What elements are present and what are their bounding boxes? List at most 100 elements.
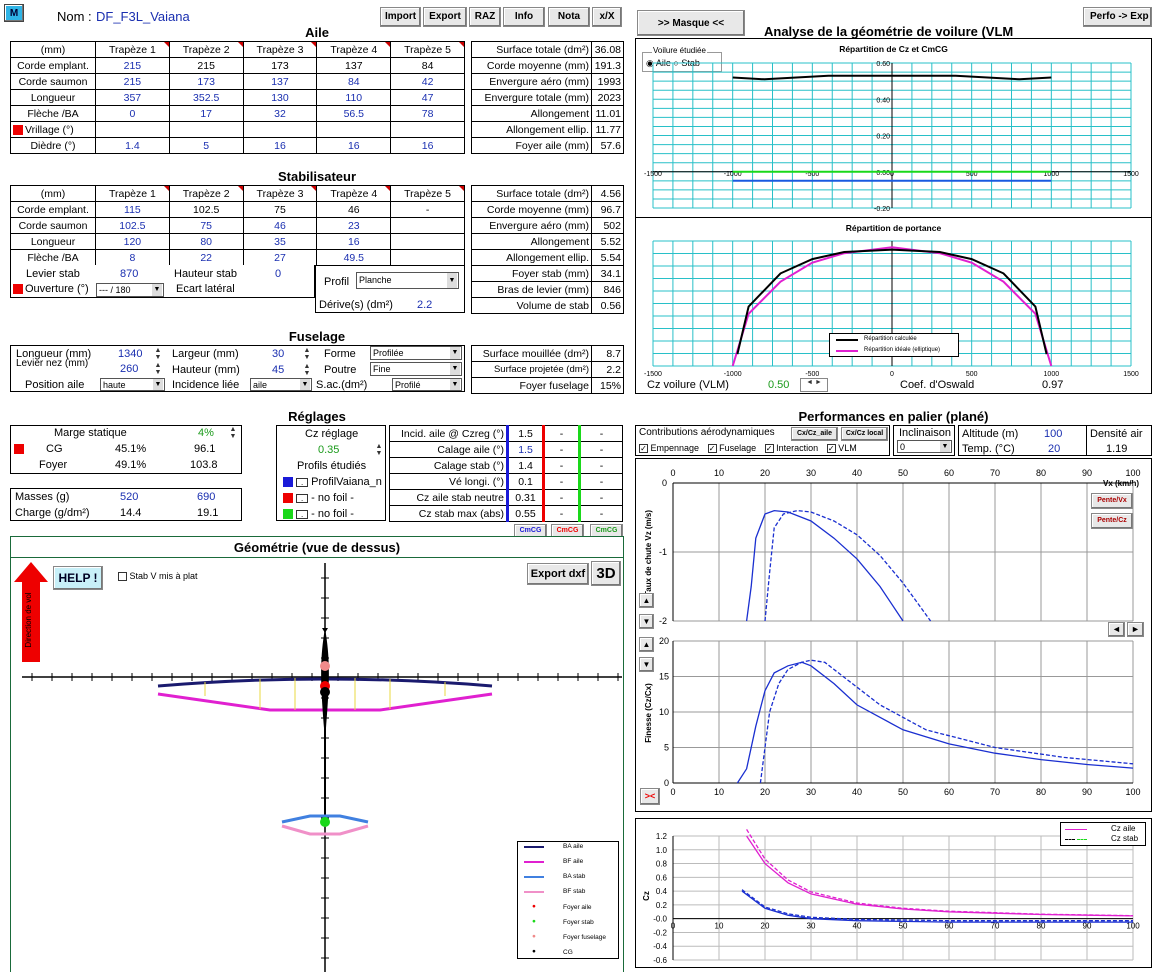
value-cell[interactable]: 78 <box>390 105 465 122</box>
pente-vx-button[interactable]: Pente/Vx <box>1091 493 1133 509</box>
hauteur-value[interactable]: 45 <box>272 364 284 376</box>
value-cell[interactable]: 137 <box>316 57 392 74</box>
export-dxf-button[interactable]: Export dxf <box>527 563 589 585</box>
value-cell[interactable]: 16 <box>316 137 392 154</box>
profil-select-button[interactable]: . <box>296 509 309 519</box>
value-cell[interactable]: 75 <box>242 201 318 218</box>
derive-value[interactable]: 2.2 <box>417 299 432 311</box>
export-button[interactable]: Export <box>423 7 467 27</box>
value-cell[interactable]: 32 <box>242 105 318 122</box>
longueur-value[interactable]: 1340 <box>118 348 142 360</box>
value-cell[interactable]: 84 <box>390 57 465 74</box>
value-cell[interactable]: 110 <box>316 89 392 106</box>
vz-up-button[interactable]: ▲ <box>639 593 654 608</box>
value-cell[interactable]: 42 <box>390 73 465 90</box>
nota-button[interactable]: Nota <box>548 7 590 27</box>
check-vlm[interactable]: ✓ <box>826 444 836 454</box>
value-cell[interactable]: 120 <box>95 233 170 250</box>
hauteur-spinner[interactable]: ▲ ▼ <box>300 363 314 377</box>
value-cell[interactable]: 173 <box>168 73 244 90</box>
value-cell[interactable] <box>242 121 318 138</box>
value-cell[interactable] <box>390 249 465 266</box>
profil-row-1[interactable]: . ProfilVaiana_n <box>283 476 382 488</box>
fin-up-button[interactable]: ▲ <box>639 637 654 652</box>
marge-spinner[interactable]: ▲ ▼ <box>226 426 240 440</box>
levier-nez-spinner[interactable]: ▲ ▼ <box>151 362 165 376</box>
largeur-value[interactable]: 30 <box>272 348 284 360</box>
value-cell[interactable]: 352.5 <box>168 89 244 106</box>
raz-button[interactable]: RAZ <box>469 7 501 27</box>
largeur-spinner[interactable]: ▲ ▼ <box>300 347 314 361</box>
value-cell[interactable]: 23 <box>316 217 392 234</box>
cx-cz-local-button[interactable]: Cx/Cz local <box>841 427 888 441</box>
value-cell[interactable]: 102.5 <box>95 217 170 234</box>
value-cell[interactable] <box>390 217 465 234</box>
profil-select-button[interactable]: . <box>296 477 309 487</box>
m-button[interactable]: M <box>4 4 24 22</box>
value-cell[interactable]: 115 <box>95 201 170 218</box>
value-cell[interactable]: 215 <box>168 57 244 74</box>
stab-v-checkbox[interactable]: Stab V mis à plat <box>118 571 198 582</box>
vrillage-label[interactable]: Vrillage (°) <box>10 121 96 138</box>
masque-button[interactable]: >> Masque << <box>637 10 745 36</box>
profil-row-3[interactable]: . - no foil - <box>283 508 354 520</box>
nom-value[interactable]: DF_F3L_Vaiana <box>96 9 190 24</box>
cz-voilure-value[interactable]: 0.50 <box>768 379 789 391</box>
sac-select[interactable]: Profilé <box>392 378 462 391</box>
value-cell[interactable]: 56.5 <box>316 105 392 122</box>
value-cell[interactable] <box>390 121 465 138</box>
value-cell[interactable]: 27 <box>242 249 318 266</box>
forme-select[interactable]: Profilée <box>370 346 462 360</box>
value-cell[interactable]: 5 <box>168 137 244 154</box>
temp-value[interactable]: 20 <box>1048 443 1060 455</box>
value-cell[interactable]: 8 <box>95 249 170 266</box>
value-cell[interactable]: 102.5 <box>168 201 244 218</box>
scroll-left-button[interactable]: ◄ <box>1108 622 1125 637</box>
checkbox-icon[interactable] <box>118 572 127 582</box>
cx-cz-aile-button[interactable]: Cx/Cz_aile <box>791 427 838 441</box>
profil-row-2[interactable]: . - no foil - <box>283 492 354 504</box>
value-cell[interactable]: 17 <box>168 105 244 122</box>
value-cell[interactable]: 215 <box>95 57 170 74</box>
value-cell[interactable]: - <box>390 201 465 218</box>
poutre-select[interactable]: Fine <box>370 362 462 376</box>
import-button[interactable]: Import <box>380 7 421 27</box>
value-cell[interactable] <box>95 121 170 138</box>
red-toggle-icon[interactable] <box>13 124 23 135</box>
value-cell[interactable]: 80 <box>168 233 244 250</box>
value-cell[interactable]: 35 <box>242 233 318 250</box>
fin-down-button[interactable]: ▼ <box>639 657 654 672</box>
masses-2[interactable]: 690 <box>197 491 215 503</box>
value-cell[interactable]: 215 <box>95 73 170 90</box>
value-cell[interactable]: 49.5 <box>316 249 392 266</box>
cz-voilure-spinner[interactable]: ◄ ► <box>800 378 828 392</box>
value-cell[interactable]: 46 <box>316 201 392 218</box>
levier-nez-value[interactable]: 260 <box>120 363 138 375</box>
param-value[interactable]: 1.5 <box>506 441 544 458</box>
longueur-spinner[interactable]: ▲ ▼ <box>151 347 165 361</box>
position-aile-select[interactable]: haute <box>100 378 165 391</box>
check-empennage[interactable]: ✓ <box>639 444 648 454</box>
x-button[interactable]: x/X <box>592 7 622 27</box>
value-cell[interactable]: 1.4 <box>95 137 170 154</box>
pente-cz-button[interactable]: Pente/Cz <box>1091 513 1133 529</box>
value-cell[interactable]: 16 <box>242 137 318 154</box>
value-cell[interactable]: 0 <box>95 105 170 122</box>
value-cell[interactable]: 47 <box>390 89 465 106</box>
value-cell[interactable]: 75 <box>168 217 244 234</box>
3d-button[interactable]: 3D <box>591 561 621 586</box>
help-button[interactable]: HELP ! <box>53 566 103 590</box>
masses-1[interactable]: 520 <box>120 491 138 503</box>
value-cell[interactable] <box>168 121 244 138</box>
value-cell[interactable] <box>316 121 392 138</box>
cz-spinner[interactable]: ▲ ▼ <box>372 443 386 457</box>
value-cell[interactable]: 16 <box>316 233 392 250</box>
value-cell[interactable]: 357 <box>95 89 170 106</box>
check-interaction[interactable]: ✓ <box>764 444 774 454</box>
incidence-select[interactable]: aile <box>250 378 312 391</box>
value-cell[interactable]: 22 <box>168 249 244 266</box>
altitude-value[interactable]: 100 <box>1044 428 1062 440</box>
vz-down-button[interactable]: ▼ <box>639 614 654 629</box>
scroll-right-button[interactable]: ► <box>1127 622 1144 637</box>
value-cell[interactable]: 16 <box>390 137 465 154</box>
